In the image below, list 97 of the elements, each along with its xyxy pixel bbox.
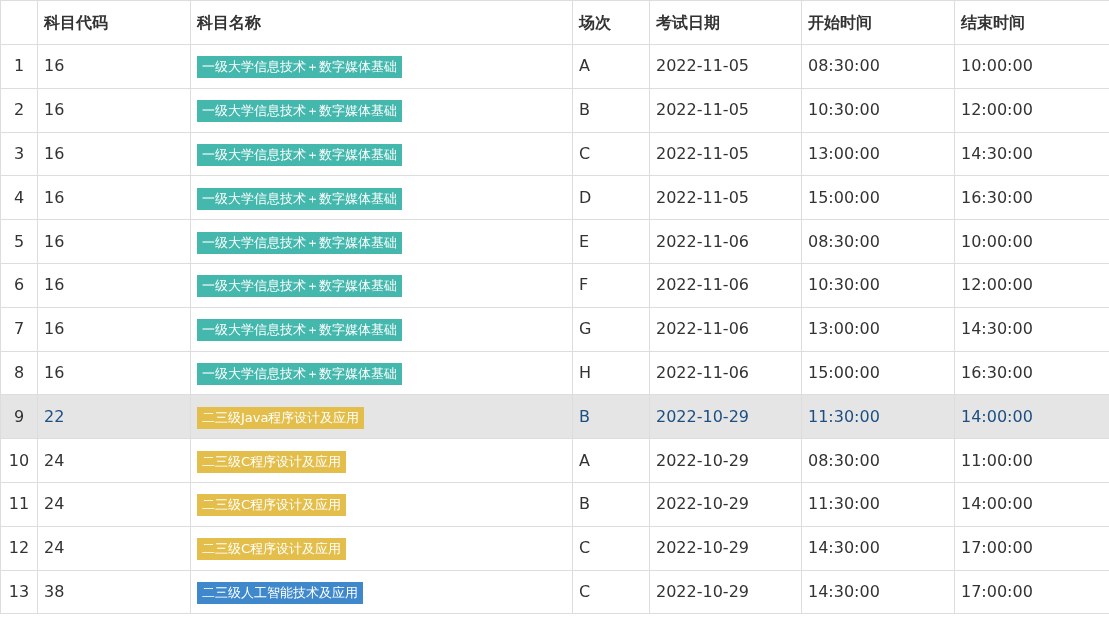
subject-tag: 一级大学信息技术＋数字媒体基础 [197, 231, 402, 254]
table-row[interactable]: 3 16 一级大学信息技术＋数字媒体基础 C 2022-11-05 13:00:00 14:30:00 [0, 132, 1109, 176]
subject-tag: 二三级C程序设计及应用 [197, 450, 347, 473]
code-cell: 24 [37, 438, 191, 483]
row-number: 9 [0, 394, 38, 439]
session-cell: C [572, 132, 650, 176]
start-time-cell: 11:30:00 [801, 482, 955, 527]
row-number: 6 [0, 263, 38, 308]
code-cell: 16 [37, 219, 191, 264]
date-cell: 2022-10-29 [649, 394, 802, 439]
code-cell: 16 [37, 351, 191, 395]
row-number: 11 [0, 482, 38, 527]
date-cell: 2022-11-05 [649, 44, 802, 89]
code-cell: 16 [37, 307, 191, 352]
table-row[interactable]: 4 16 一级大学信息技术＋数字媒体基础 D 2022-11-05 15:00:00 16:30:00 [0, 175, 1109, 220]
row-number: 5 [0, 219, 38, 264]
session-cell: H [572, 351, 650, 395]
date-cell: 2022-10-29 [649, 482, 802, 527]
table-row[interactable]: 8 16 一级大学信息技术＋数字媒体基础 H 2022-11-06 15:00:00 16:30:00 [0, 351, 1109, 395]
subject-tag: 一级大学信息技术＋数字媒体基础 [197, 362, 402, 385]
date-cell: 2022-11-05 [649, 132, 802, 176]
column-header[interactable]: 开始时间 [801, 0, 955, 45]
start-time-cell: 13:00:00 [801, 132, 955, 176]
row-number: 4 [0, 175, 38, 220]
row-number: 3 [0, 132, 38, 176]
session-cell: C [572, 570, 650, 614]
subject-tag: 一级大学信息技术＋数字媒体基础 [197, 144, 402, 166]
session-cell: D [572, 175, 650, 220]
start-time-cell: 13:00:00 [801, 307, 955, 352]
date-cell: 2022-11-06 [649, 263, 802, 308]
session-cell: B [572, 88, 650, 133]
session-cell: F [572, 263, 650, 308]
code-cell: 16 [37, 175, 191, 220]
session-cell: E [572, 219, 650, 264]
session-cell: G [572, 307, 650, 352]
start-time-cell: 08:30:00 [801, 438, 955, 483]
subject-tag: 一级大学信息技术＋数字媒体基础 [197, 100, 402, 123]
start-time-cell: 15:00:00 [801, 175, 955, 220]
row-number: 2 [0, 88, 38, 133]
table-row[interactable]: 11 24 二三级C程序设计及应用 B 2022-10-29 11:30:00 14:00:00 [0, 482, 1109, 527]
date-cell: 2022-11-05 [649, 88, 802, 133]
table-row[interactable]: 6 16 一级大学信息技术＋数字媒体基础 F 2022-11-06 10:30:00 12:00:00 [0, 263, 1109, 308]
column-header[interactable]: 科目名称 [190, 0, 573, 45]
row-number: 10 [0, 438, 38, 483]
session-cell: A [572, 44, 650, 89]
start-time-cell: 14:30:00 [801, 526, 955, 571]
start-time-cell: 10:30:00 [801, 88, 955, 133]
table-row[interactable]: 10 24 二三级C程序设计及应用 A 2022-10-29 08:30:00 11:00:00 [0, 438, 1109, 483]
session-cell: B [572, 394, 650, 439]
column-header[interactable]: 考试日期 [649, 0, 802, 45]
date-cell: 2022-10-29 [649, 526, 802, 571]
column-header[interactable]: 结束时间 [954, 0, 1109, 45]
code-cell: 16 [37, 88, 191, 133]
table-row[interactable]: 9 22 二三级Java程序设计及应用 B 2022-10-29 11:30:00 14:00:00 [0, 394, 1109, 439]
session-cell: B [572, 482, 650, 527]
code-cell: 24 [37, 482, 191, 527]
column-header[interactable]: 科目代码 [37, 0, 191, 45]
row-number: 1 [0, 44, 38, 89]
date-cell: 2022-11-06 [649, 307, 802, 352]
subject-tag: 一级大学信息技术＋数字媒体基础 [197, 56, 402, 79]
subject-tag: 二三级C程序设计及应用 [197, 494, 347, 517]
session-cell: C [572, 526, 650, 571]
row-number: 13 [0, 570, 38, 614]
subject-tag: 一级大学信息技术＋数字媒体基础 [197, 319, 402, 342]
code-cell: 16 [37, 44, 191, 89]
date-cell: 2022-10-29 [649, 438, 802, 483]
table-row[interactable]: 1 16 一级大学信息技术＋数字媒体基础 A 2022-11-05 08:30:00 10:00:00 [0, 44, 1109, 89]
start-time-cell: 08:30:00 [801, 44, 955, 89]
row-number: 7 [0, 307, 38, 352]
subject-tag: 二三级C程序设计及应用 [197, 538, 347, 561]
code-cell: 38 [37, 570, 191, 614]
code-cell: 16 [37, 132, 191, 176]
date-cell: 2022-11-06 [649, 351, 802, 395]
column-header[interactable]: 场次 [572, 0, 650, 45]
table-row[interactable]: 5 16 一级大学信息技术＋数字媒体基础 E 2022-11-06 08:30:00 10:00:00 [0, 219, 1109, 264]
table-row[interactable]: 2 16 一级大学信息技术＋数字媒体基础 B 2022-11-05 10:30:00 12:00:00 [0, 88, 1109, 133]
table-row[interactable]: 13 38 二三级人工智能技术及应用 C 2022-10-29 14:30:00 17:00:00 [0, 570, 1109, 614]
table-row[interactable]: 7 16 一级大学信息技术＋数字媒体基础 G 2022-11-06 13:00:00 14:30:00 [0, 307, 1109, 352]
date-cell: 2022-10-29 [649, 570, 802, 614]
table-row[interactable]: 12 24 二三级C程序设计及应用 C 2022-10-29 14:30:00 17:00:00 [0, 526, 1109, 571]
code-cell: 22 [37, 394, 191, 439]
date-cell: 2022-11-05 [649, 175, 802, 220]
date-cell: 2022-11-06 [649, 219, 802, 264]
session-cell: A [572, 438, 650, 483]
subject-tag: 一级大学信息技术＋数字媒体基础 [197, 187, 402, 210]
start-time-cell: 08:30:00 [801, 219, 955, 264]
code-cell: 16 [37, 263, 191, 308]
row-number: 8 [0, 351, 38, 395]
code-cell: 24 [37, 526, 191, 571]
row-number: 12 [0, 526, 38, 571]
subject-tag: 一级大学信息技术＋数字媒体基础 [197, 275, 402, 298]
subject-tag: 二三级人工智能技术及应用 [197, 581, 363, 604]
subject-tag: 二三级Java程序设计及应用 [197, 406, 365, 429]
start-time-cell: 11:30:00 [801, 394, 955, 439]
start-time-cell: 10:30:00 [801, 263, 955, 308]
start-time-cell: 15:00:00 [801, 351, 955, 395]
start-time-cell: 14:30:00 [801, 570, 955, 614]
